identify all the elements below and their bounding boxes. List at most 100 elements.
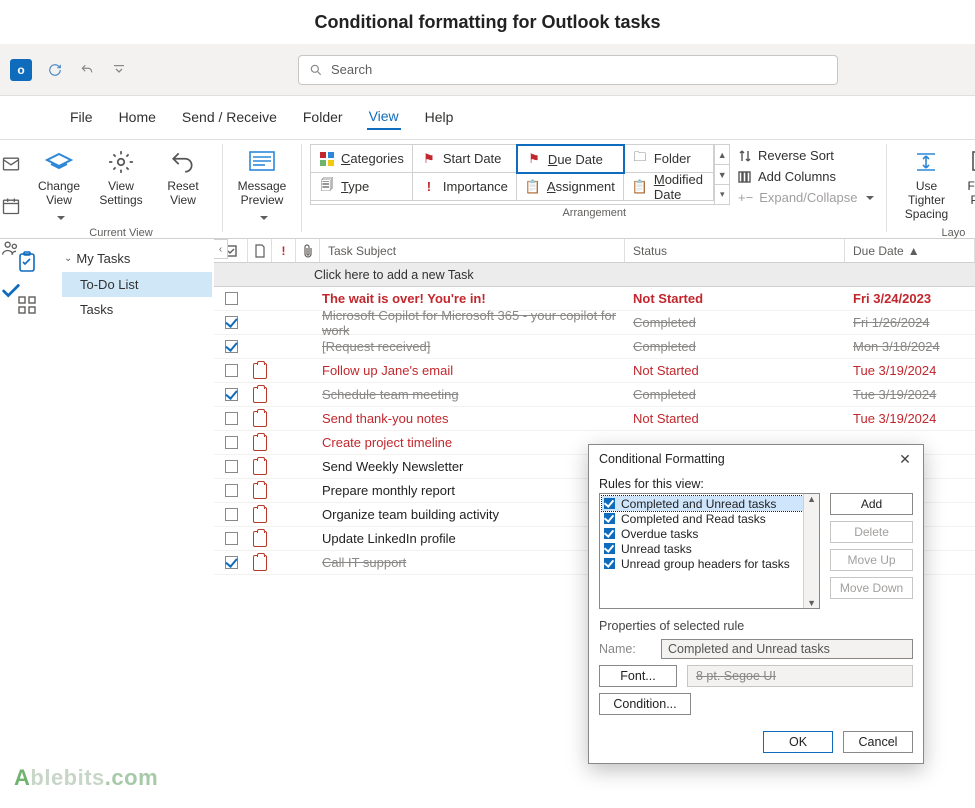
task-checkbox[interactable]: [225, 484, 238, 497]
col-importance-icon[interactable]: !: [272, 239, 296, 262]
message-preview-button[interactable]: Message Preview: [233, 144, 291, 225]
font-button[interactable]: Font...: [599, 665, 677, 687]
task-checkbox[interactable]: [225, 340, 238, 353]
arrangement-start-date[interactable]: ⚑Start Date: [413, 145, 517, 173]
task-due: Tue 3/19/2024: [845, 411, 975, 426]
rule-item[interactable]: Unread group headers for tasks: [602, 556, 817, 571]
change-view-button[interactable]: Change View: [30, 144, 88, 225]
col-attachment-icon[interactable]: [296, 239, 320, 262]
task-subject: Schedule team meeting: [316, 387, 625, 402]
task-row[interactable]: Schedule team meetingCompletedTue 3/19/2…: [214, 383, 975, 407]
reset-view-button[interactable]: Reset View: [154, 144, 212, 208]
new-task-input[interactable]: Click here to add a new Task: [214, 263, 975, 287]
cancel-button[interactable]: Cancel: [843, 731, 913, 753]
move-down-button[interactable]: Move Down: [830, 577, 913, 599]
close-icon[interactable]: ✕: [895, 449, 915, 469]
scrollbar[interactable]: ▲▼: [803, 494, 819, 608]
move-up-button[interactable]: Move Up: [830, 549, 913, 571]
rule-item[interactable]: Overdue tasks: [602, 526, 817, 541]
apps-rail-icon[interactable]: [18, 296, 36, 317]
ok-button[interactable]: OK: [763, 731, 833, 753]
menu-folder[interactable]: Folder: [301, 105, 345, 129]
task-type-icon: [248, 531, 272, 547]
add-button[interactable]: Add: [830, 493, 913, 515]
rule-item[interactable]: Completed and Unread tasks: [602, 496, 817, 511]
rule-checkbox[interactable]: [604, 513, 615, 524]
rule-checkbox[interactable]: [604, 543, 615, 554]
task-checkbox[interactable]: [225, 388, 238, 401]
arrangement-scroll[interactable]: ▲▼▾: [714, 144, 730, 205]
arrangement-type[interactable]: 🗐Type: [311, 173, 413, 201]
rule-checkbox[interactable]: [604, 498, 615, 509]
reverse-sort-button[interactable]: Reverse Sort: [738, 148, 874, 163]
col-icon-icon[interactable]: [248, 239, 272, 262]
rule-item[interactable]: Unread tasks: [602, 541, 817, 556]
task-row[interactable]: [Request received]CompletedMon 3/18/2024: [214, 335, 975, 359]
delete-button[interactable]: Delete: [830, 521, 913, 543]
rule-item[interactable]: Completed and Read tasks: [602, 511, 817, 526]
rule-label: Unread group headers for tasks: [621, 557, 790, 571]
task-checkbox[interactable]: [225, 316, 238, 329]
task-subject: Microsoft Copilot for Microsoft 365 - yo…: [316, 308, 625, 338]
nav-item-todo-list[interactable]: To-Do List: [62, 272, 212, 297]
expand-collapse-button[interactable]: +−Expand/Collapse: [738, 190, 874, 205]
rule-checkbox[interactable]: [604, 558, 615, 569]
mail-icon[interactable]: [0, 154, 22, 174]
arrangement-due-date[interactable]: ⚑Due Date: [517, 145, 624, 173]
task-checkbox[interactable]: [225, 436, 238, 449]
rule-checkbox[interactable]: [604, 528, 615, 539]
task-due: Tue 3/19/2024: [845, 363, 975, 378]
arrangement-categories[interactable]: Categories: [311, 145, 413, 173]
folder-pane-button[interactable]: Folder Pane: [959, 144, 975, 225]
search-input[interactable]: Search: [298, 55, 838, 85]
qat-customize-icon[interactable]: [110, 61, 128, 79]
rule-label: Unread tasks: [621, 542, 692, 556]
dialog-title: Conditional Formatting: [599, 452, 725, 466]
task-status: Not Started: [625, 411, 845, 426]
arrangement-assignment[interactable]: 📋Assignment: [517, 173, 624, 201]
task-checkbox[interactable]: [225, 556, 238, 569]
task-status: Completed: [625, 339, 845, 354]
calendar-icon[interactable]: [0, 196, 22, 216]
task-row[interactable]: Send thank-you notesNot StartedTue 3/19/…: [214, 407, 975, 431]
task-row[interactable]: Follow up Jane's emailNot StartedTue 3/1…: [214, 359, 975, 383]
task-checkbox[interactable]: [225, 412, 238, 425]
nav-header-my-tasks[interactable]: ⌄My Tasks: [62, 245, 212, 272]
todo-rail-icon[interactable]: [17, 251, 37, 276]
task-checkbox[interactable]: [225, 292, 238, 305]
font-preview: 8 pt. Segoe UI: [687, 665, 913, 687]
arrangement-modified-date[interactable]: 📋Modified Date: [624, 173, 715, 201]
chevron-down-icon: ⌄: [64, 253, 72, 264]
arrangement-importance[interactable]: !Importance: [413, 173, 517, 201]
task-checkbox[interactable]: [225, 508, 238, 521]
task-checkbox[interactable]: [225, 532, 238, 545]
menu-file[interactable]: File: [68, 105, 95, 129]
search-icon: [309, 63, 323, 77]
task-row[interactable]: Microsoft Copilot for Microsoft 365 - yo…: [214, 311, 975, 335]
quick-access-toolbar: o Search: [0, 44, 975, 96]
menu-view[interactable]: View: [367, 104, 401, 130]
condition-button[interactable]: Condition...: [599, 693, 691, 715]
task-columns-header: ! Task Subject Status Due Date▲: [214, 239, 975, 263]
col-status[interactable]: Status: [625, 239, 845, 262]
use-tighter-spacing-button[interactable]: Use Tighter Spacing: [897, 144, 955, 221]
menu-home[interactable]: Home: [117, 105, 158, 129]
task-type-icon: [248, 435, 272, 451]
undo-icon[interactable]: [78, 61, 96, 79]
add-columns-button[interactable]: Add Columns: [738, 169, 874, 184]
menu-help[interactable]: Help: [423, 105, 456, 129]
col-due-date[interactable]: Due Date▲: [845, 239, 975, 262]
sync-icon[interactable]: [46, 61, 64, 79]
task-checkbox[interactable]: [225, 364, 238, 377]
col-subject[interactable]: Task Subject: [320, 239, 625, 262]
arrangement-folder[interactable]: 🗀Folder: [624, 145, 715, 173]
task-checkbox[interactable]: [225, 460, 238, 473]
collapse-nav-icon[interactable]: ‹: [214, 239, 228, 259]
task-type-icon: [248, 363, 272, 379]
menu-send-receive[interactable]: Send / Receive: [180, 105, 279, 129]
nav-item-tasks[interactable]: Tasks: [62, 297, 212, 322]
view-settings-button[interactable]: View Settings: [92, 144, 150, 208]
task-subject: Organize team building activity: [316, 507, 625, 522]
rules-listbox[interactable]: Completed and Unread tasksCompleted and …: [599, 493, 820, 609]
task-due: Fri 1/26/2024: [845, 315, 975, 330]
